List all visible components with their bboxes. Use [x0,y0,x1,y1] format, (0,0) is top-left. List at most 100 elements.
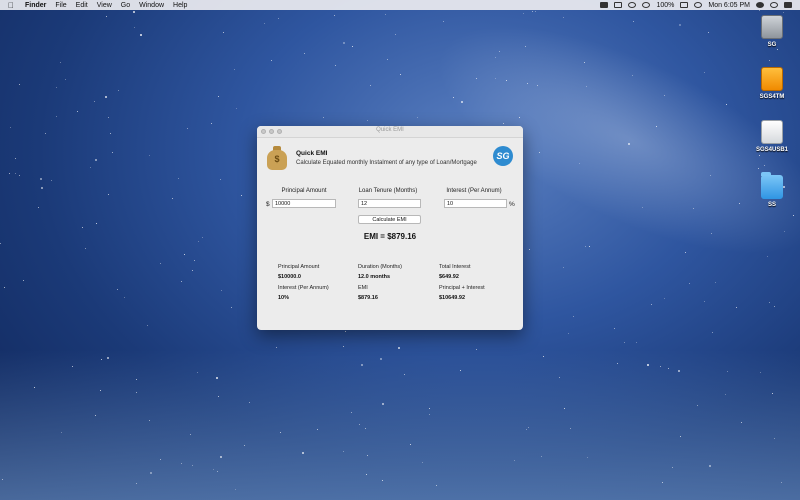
star [136,483,137,484]
airplay-icon[interactable] [614,2,623,8]
tenure-input[interactable]: 12 [358,199,421,208]
notification-center-icon[interactable] [784,2,792,8]
menu-app-name[interactable]: Finder [25,2,46,9]
star [241,195,242,196]
star [72,366,73,367]
star [278,18,279,19]
desktop-icon-sgs4usb1[interactable]: SGS4USB1 [752,120,792,153]
star [636,342,637,343]
star [769,302,770,303]
wifi-icon[interactable] [642,2,651,8]
desktop-icon-label: SGS4USB1 [755,147,788,153]
star [124,297,125,298]
star [220,456,222,458]
star [506,80,507,81]
star [422,462,423,463]
menu-help[interactable]: Help [173,2,187,9]
menu-go[interactable]: Go [121,2,130,9]
star [726,104,727,105]
star [382,480,383,481]
star [271,60,272,61]
star [400,74,401,75]
star [95,159,97,161]
star [783,12,784,13]
menu-clock[interactable]: Mon 6:05 PM [708,2,750,9]
star [632,75,633,76]
star [476,78,477,79]
star [380,358,382,360]
star [628,143,630,145]
calculate-emi-button[interactable]: Calculate EMI [358,215,421,224]
star [624,342,625,343]
star [539,152,540,153]
star [495,57,496,58]
star [736,307,737,308]
desktop-icon-ss[interactable]: SS [752,172,792,208]
star [704,72,705,73]
apple-menu-icon[interactable]:  [8,1,16,10]
star [767,256,768,257]
time-machine-icon[interactable] [694,2,703,8]
star [656,126,657,127]
star [563,17,564,18]
star [529,249,530,250]
star [710,175,711,176]
interest-input[interactable]: 10 [444,199,507,208]
star [774,438,775,439]
star [679,24,681,26]
desktop-icon-sg[interactable]: SG [752,15,792,48]
star [2,479,3,480]
star [443,21,444,22]
star [302,452,304,454]
star [160,459,161,460]
summary-principal-label: Principal Amount [278,264,320,270]
menu-edit[interactable]: Edit [76,2,88,9]
window-titlebar[interactable]: Quick EMI [257,126,523,138]
display-icon[interactable] [600,2,609,8]
star [633,21,634,22]
principal-input[interactable]: 10000 [272,199,336,208]
star [15,173,16,174]
star [563,267,564,268]
star [335,65,336,66]
star [147,325,148,326]
star [133,11,135,13]
star [194,260,195,261]
currency-prefix: $ [266,201,270,208]
star [711,233,712,234]
star [105,96,107,98]
star [56,116,57,117]
star [223,32,224,33]
summary-duration-label: Duration (Months) [358,264,403,270]
menu-window[interactable]: Window [139,2,164,9]
battery-percent: 100% [656,1,675,9]
star [417,117,418,118]
star [234,69,235,70]
star [45,133,46,134]
money-bag-icon: $ [267,146,287,170]
star [190,434,191,435]
star [395,34,396,35]
star [361,364,363,366]
star [366,474,367,475]
spotlight-icon[interactable] [770,2,778,8]
summary-total-interest-value: $649.92 [439,274,459,280]
bluetooth-icon[interactable] [628,2,637,8]
star [537,85,538,86]
menu-file[interactable]: File [55,2,66,9]
user-icon[interactable] [756,2,764,8]
menu-bar:  Finder File Edit View Go Window Help 1… [0,0,800,10]
battery-icon[interactable] [680,2,689,8]
summary-total-value: $10649.92 [439,295,465,301]
star [777,49,778,50]
desktop-icon-sgs4tm[interactable]: SGS4TM [752,67,792,100]
star [10,127,11,128]
star [345,331,346,332]
wallpaper-clouds [0,350,800,500]
star [4,287,5,288]
star [136,392,137,393]
star [110,133,111,134]
menu-view[interactable]: View [97,2,112,9]
star [664,298,665,299]
star [56,87,57,88]
